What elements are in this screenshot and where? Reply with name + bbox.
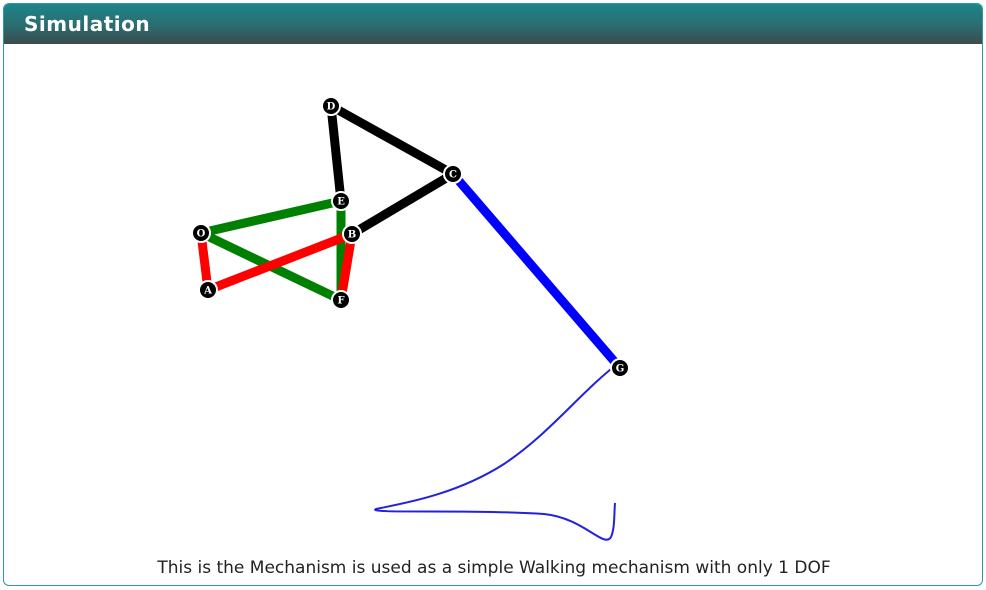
- joint-F: F: [331, 290, 351, 310]
- joint-O: O: [191, 223, 211, 243]
- joint-label-G: G: [616, 364, 625, 375]
- simulation-canvas: O A B E F D C G: [191, 96, 630, 541]
- joint-label-O: O: [197, 229, 206, 240]
- joint-C: C: [443, 164, 463, 184]
- link-O-E: [196, 196, 346, 238]
- joint-label-A: A: [203, 286, 212, 297]
- joint-E: E: [331, 191, 351, 211]
- joint-B: B: [342, 224, 362, 244]
- link-C-G: [448, 169, 625, 373]
- link-C-B: [347, 169, 458, 239]
- joint-label-B: B: [348, 230, 356, 241]
- link-D-E: [326, 101, 346, 206]
- link-D-C: [326, 101, 458, 179]
- joint-label-F: F: [337, 296, 344, 307]
- simulation-panel: Simulation O A B E F D C G This is the M…: [3, 3, 983, 586]
- joint-label-D: D: [327, 102, 336, 113]
- foot-trajectory-trace: [374, 364, 617, 541]
- joint-D: D: [321, 96, 341, 116]
- joint-G: G: [610, 358, 630, 378]
- joint-label-E: E: [337, 197, 345, 208]
- simulation-caption: This is the Mechanism is used as a simpl…: [157, 558, 831, 578]
- joint-A: A: [198, 280, 218, 300]
- joint-label-C: C: [449, 170, 457, 181]
